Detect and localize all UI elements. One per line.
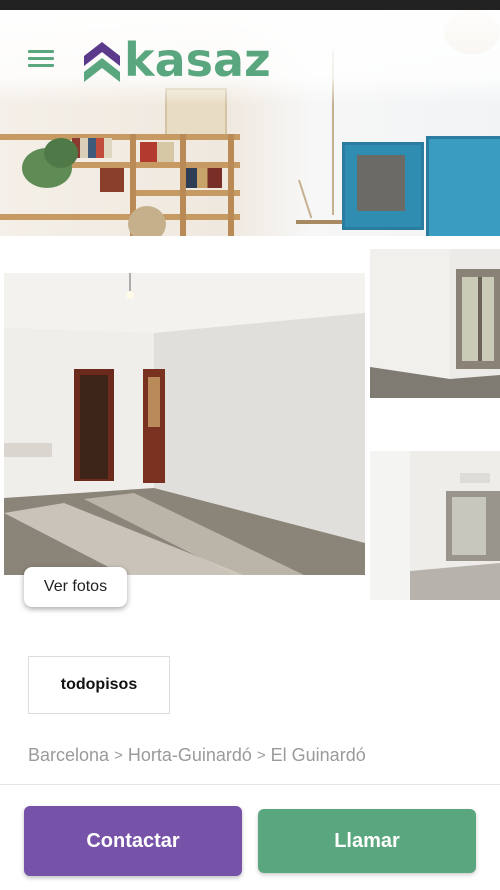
blue-door: [426, 136, 500, 236]
header-banner: kasaz: [0, 10, 500, 236]
agency-badge[interactable]: todopisos: [28, 656, 170, 714]
contactar-button[interactable]: Contactar: [24, 806, 242, 876]
breadcrumb-item-horta-guinardo[interactable]: Horta-Guinardó: [128, 745, 252, 766]
bottom-action-bar: Contactar Llamar: [0, 784, 500, 890]
logo[interactable]: kasaz: [84, 34, 271, 86]
breadcrumb-item-barcelona[interactable]: Barcelona: [28, 745, 109, 766]
room-photo-graphic: [370, 249, 500, 398]
property-photo-thumbnail[interactable]: [370, 451, 500, 600]
shelf-post: [228, 134, 234, 236]
shelf: [0, 134, 240, 140]
menu-button[interactable]: [28, 48, 56, 70]
basket: [128, 206, 166, 236]
blue-window: [342, 142, 424, 230]
breadcrumb-separator: >: [114, 746, 123, 764]
property-photo-thumbnail[interactable]: [370, 249, 500, 398]
room-photo-graphic: [4, 273, 365, 575]
books: [72, 138, 112, 158]
room-photo-graphic: [370, 451, 500, 600]
breadcrumb-separator: >: [256, 746, 266, 764]
shelf: [0, 214, 240, 220]
books: [100, 168, 124, 192]
agency-name: todopisos: [60, 676, 138, 693]
rope: [298, 179, 313, 219]
breadcrumb: Barcelona > Horta-Guinardó > El Guinardó: [28, 742, 366, 768]
breadcrumb-item-el-guinardo[interactable]: El Guinardó: [271, 745, 366, 766]
plant: [44, 138, 78, 168]
logo-text: kasaz: [124, 33, 271, 87]
llamar-button[interactable]: Llamar: [258, 809, 476, 873]
status-bar: [0, 0, 500, 10]
ver-fotos-button[interactable]: Ver fotos: [24, 567, 127, 607]
main-property-photo[interactable]: [4, 273, 365, 575]
books: [186, 168, 222, 188]
books: [140, 142, 174, 162]
kasaz-logo-icon: [84, 42, 120, 82]
